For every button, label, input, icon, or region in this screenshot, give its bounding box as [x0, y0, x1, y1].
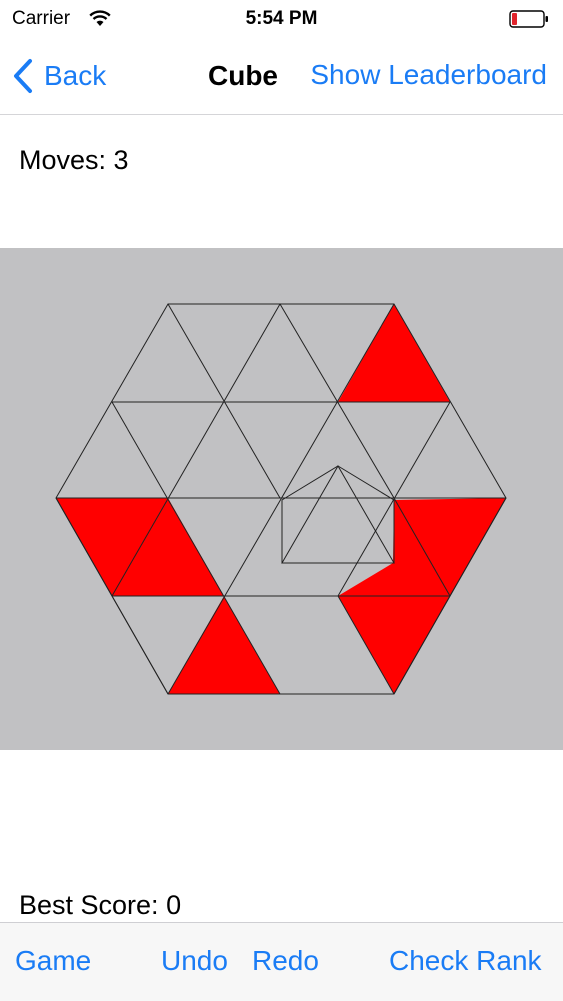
- moves-value: 3: [113, 145, 129, 175]
- bottom-toolbar: Game Undo Redo Check Rank: [0, 922, 563, 1001]
- status-time: 5:54 PM: [245, 8, 318, 29]
- tile-red[interactable]: [168, 596, 280, 694]
- check-rank-button[interactable]: Check Rank: [389, 945, 542, 977]
- battery-icon: [509, 10, 548, 28]
- hexagon-puzzle[interactable]: [0, 248, 563, 750]
- best-score-value: 0: [166, 890, 182, 920]
- navigation-bar: Back Cube Show Leaderboard: [0, 38, 563, 115]
- tile-red[interactable]: [338, 596, 450, 694]
- page-title: Cube: [208, 60, 278, 91]
- best-score-text: Best Score:: [19, 890, 167, 920]
- moves-counter: Moves: 3: [19, 145, 129, 176]
- undo-button[interactable]: Undo: [161, 945, 228, 977]
- tile-red[interactable]: [338, 304, 450, 402]
- game-board[interactable]: [0, 248, 563, 750]
- redo-button[interactable]: Redo: [252, 945, 319, 977]
- back-label: Back: [44, 60, 107, 91]
- chevron-left-icon: [14, 59, 32, 93]
- status-bar: Carrier 5:54 PM: [0, 0, 563, 38]
- back-button[interactable]: Back: [12, 58, 106, 94]
- best-score: Best Score: 0: [19, 890, 181, 921]
- show-leaderboard-button[interactable]: Show Leaderboard: [310, 59, 547, 91]
- game-button[interactable]: Game: [15, 945, 91, 977]
- moves-text: Moves:: [19, 145, 114, 175]
